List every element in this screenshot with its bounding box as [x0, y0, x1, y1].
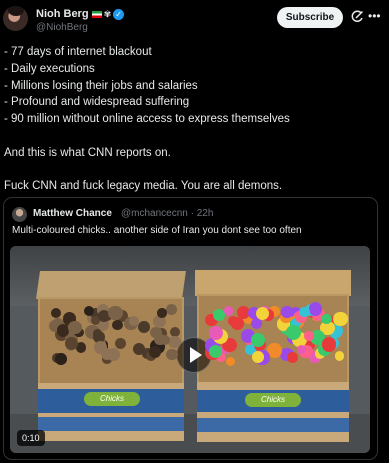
- chick: [50, 308, 61, 319]
- box-flap: [195, 270, 351, 296]
- chick: [137, 320, 150, 333]
- quote-author-meta: @mchancecnn · 22h: [121, 208, 213, 219]
- post-header: Nioh Berg ✾ ✓ @NiohBerg Subscribe •••: [0, 0, 389, 38]
- chick: [223, 306, 234, 316]
- post-line: And this is what CNN reports on.: [4, 146, 171, 159]
- box-brand-label: Chicks: [84, 392, 140, 406]
- grok-icon[interactable]: [350, 10, 364, 24]
- video-duration: 0:10: [17, 430, 45, 446]
- chick: [304, 331, 314, 341]
- chick: [225, 356, 236, 366]
- chick: [128, 316, 139, 327]
- video-player[interactable]: Chicks Chicks 0:10: [10, 246, 370, 453]
- chick: [165, 304, 177, 315]
- chick: [92, 328, 103, 338]
- post-line: - 77 days of internet blackout: [4, 46, 152, 58]
- chick: [168, 335, 181, 348]
- chick: [67, 320, 82, 335]
- quote-author-name: Matthew Chance: [33, 208, 112, 219]
- author-name-row[interactable]: Nioh Berg ✾ ✓: [36, 8, 125, 20]
- chick: [209, 325, 223, 340]
- post-spacer: [4, 128, 384, 145]
- box-stripe: [197, 418, 349, 432]
- author-avatar[interactable]: [3, 6, 28, 31]
- post-line: - 90 million without online access to ex…: [4, 113, 290, 126]
- chick: [84, 305, 95, 316]
- more-icon[interactable]: •••: [368, 10, 384, 24]
- box-brand-label: Chicks: [245, 393, 301, 407]
- chick: [299, 307, 310, 318]
- author-handle[interactable]: @NiohBerg: [36, 22, 88, 33]
- emblem-icon: ✾: [103, 8, 112, 19]
- author-name[interactable]: Nioh Berg: [36, 8, 89, 20]
- iran-flag-icon: [91, 10, 102, 18]
- post-line: - Daily executions: [4, 62, 95, 75]
- chick: [281, 306, 293, 318]
- box-flap: [36, 271, 186, 299]
- chick: [251, 332, 266, 347]
- quote-text: Multi-coloured chicks.. another side of …: [12, 225, 302, 236]
- post-text: - 77 days of internet blackout - Daily e…: [4, 44, 384, 195]
- chick: [255, 306, 270, 320]
- box-stripe: [38, 417, 184, 431]
- chick: [321, 337, 336, 352]
- quote-author-avatar: [12, 207, 27, 222]
- verified-badge-icon[interactable]: ✓: [113, 8, 125, 20]
- post-spacer: [4, 162, 384, 179]
- chick: [157, 308, 167, 318]
- quoted-post[interactable]: Matthew Chance @mchancecnn · 22h Multi-c…: [3, 197, 378, 460]
- chick: [55, 352, 68, 365]
- post-line: - Millions losing their jobs and salarie…: [4, 79, 198, 92]
- subscribe-button[interactable]: Subscribe: [277, 7, 343, 28]
- quote-author-handle: @mchancecnn: [121, 208, 188, 219]
- post-line: Fuck CNN and fuck legacy media. You are …: [4, 180, 283, 193]
- chick: [166, 348, 178, 361]
- chick: [252, 351, 264, 363]
- quote-time: · 22h: [190, 208, 214, 219]
- chick: [64, 337, 78, 351]
- chick: [112, 320, 123, 331]
- chick: [228, 315, 239, 326]
- post-line: - Profound and widespread suffering: [4, 96, 190, 109]
- chick: [287, 352, 298, 363]
- chick: [212, 308, 225, 322]
- chick: [286, 324, 302, 340]
